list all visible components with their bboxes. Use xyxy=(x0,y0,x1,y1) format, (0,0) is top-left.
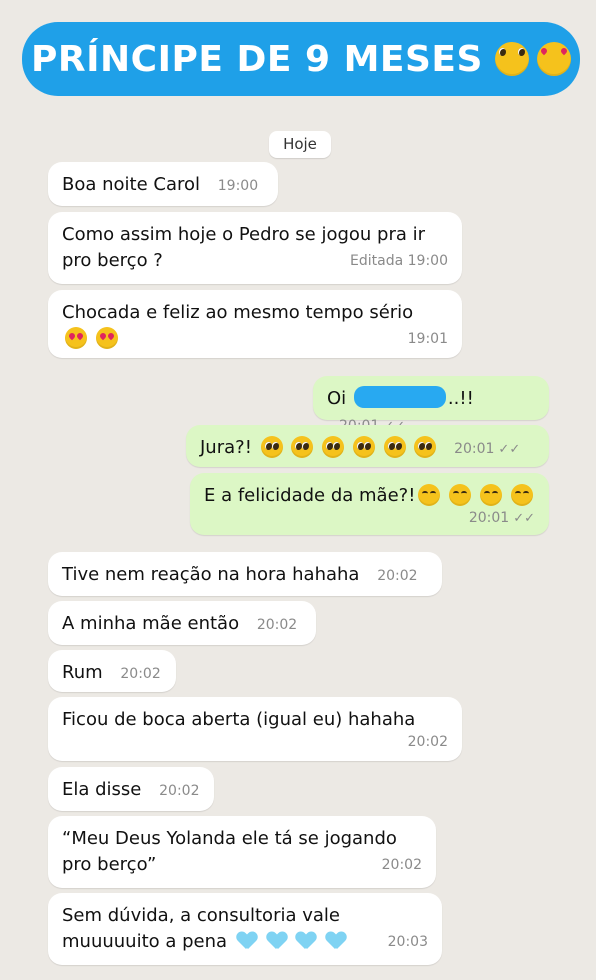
message-text: Rum xyxy=(62,662,103,683)
laughing-face-icon xyxy=(449,484,472,506)
message-text: Ficou de boca aberta (igual eu) hahaha xyxy=(62,709,416,730)
banner-title: PRÍNCIPE DE 9 MESES xyxy=(31,38,483,80)
blue-heart-icon xyxy=(267,932,287,950)
message-text: muuuuuito a pena xyxy=(62,931,228,952)
pleading-face-icon xyxy=(260,436,283,458)
message-text: Chocada e feliz ao mesmo tempo sério xyxy=(62,302,414,323)
laughing-face-icon xyxy=(479,484,502,506)
message-time: 20:01 xyxy=(468,510,510,526)
message-text: Boa noite Carol xyxy=(62,174,201,195)
message-time: 20:01 xyxy=(454,441,495,457)
message-text: pro berço” xyxy=(62,854,157,875)
message-bubble[interactable]: “Meu Deus Yolanda ele tá se jogando pro … xyxy=(48,816,436,888)
message-text: Como assim hoje o Pedro se jogou pra ir xyxy=(62,224,426,245)
redacted-name xyxy=(353,386,446,408)
message-bubble[interactable]: Boa noite Carol 19:00 xyxy=(48,162,278,206)
message-text: A minha mãe então xyxy=(62,613,240,634)
message-text: pro berço ? xyxy=(62,250,163,271)
message-time: 19:00 xyxy=(217,178,259,194)
message-bubble[interactable]: Sem dúvida, a consultoria vale muuuuuito… xyxy=(48,893,442,965)
message-bubble[interactable]: Como assim hoje o Pedro se jogou pra ir … xyxy=(48,212,462,284)
blue-heart-icon xyxy=(326,932,346,950)
heart-eyes-icon xyxy=(65,327,87,349)
message-bubble[interactable]: A minha mãe então 20:02 xyxy=(48,601,316,645)
laughing-face-icon xyxy=(418,484,441,506)
message-text: Sem dúvida, a consultoria vale xyxy=(62,905,340,926)
message-bubble[interactable]: Ficou de boca aberta (igual eu) hahaha 2… xyxy=(48,697,462,761)
message-time: 20:02 xyxy=(159,783,200,799)
pleading-face-icon xyxy=(352,436,375,458)
message-time: 20:03 xyxy=(387,934,428,950)
message-bubble[interactable]: Rum 20:02 xyxy=(48,650,176,692)
message-bubble[interactable]: Chocada e feliz ao mesmo tempo sério 19:… xyxy=(48,290,462,358)
pleading-face-icon xyxy=(494,42,529,76)
message-time: 20:02 xyxy=(377,568,418,584)
message-text: Jura?! xyxy=(200,437,252,458)
message-text: ..!! xyxy=(447,388,474,409)
message-text: “Meu Deus Yolanda ele tá se jogando xyxy=(62,828,397,849)
message-bubble[interactable]: Jura?! 20:01 ✓✓ xyxy=(186,425,549,467)
message-text: E a felicidade da mãe?! xyxy=(204,485,416,506)
heart-eyes-icon xyxy=(95,327,118,349)
blue-heart-icon xyxy=(296,932,316,950)
double-check-icon: ✓✓ xyxy=(498,442,521,457)
pleading-face-icon xyxy=(414,436,437,458)
title-banner: PRÍNCIPE DE 9 MESES xyxy=(22,22,580,96)
date-chip: Hoje xyxy=(269,131,331,158)
message-text: Ela disse xyxy=(62,779,142,800)
laughing-face-icon xyxy=(510,484,533,506)
message-bubble[interactable]: Tive nem reação na hora hahaha 20:02 xyxy=(48,552,442,596)
pleading-face-icon xyxy=(383,436,406,458)
message-bubble[interactable]: Ela disse 20:02 xyxy=(48,767,214,811)
message-text: Tive nem reação na hora hahaha xyxy=(62,564,360,585)
pleading-face-icon xyxy=(291,436,314,458)
message-time: 19:01 xyxy=(407,331,448,347)
heart-eyes-icon xyxy=(536,42,571,76)
message-time: 20:02 xyxy=(407,734,448,750)
message-time: 20:02 xyxy=(256,617,298,633)
message-text: Oi xyxy=(327,388,347,409)
message-time: 20:02 xyxy=(120,666,161,682)
message-time: Editada 19:00 xyxy=(350,253,448,269)
message-bubble[interactable]: Oi ..!! 20:01✓✓ xyxy=(313,376,549,434)
message-bubble[interactable]: E a felicidade da mãe?! 20:01 ✓✓ xyxy=(190,473,549,535)
double-check-icon: ✓✓ xyxy=(513,511,535,526)
message-time: 20:02 xyxy=(381,857,422,873)
blue-heart-icon xyxy=(237,932,257,950)
pleading-face-icon xyxy=(322,436,345,458)
